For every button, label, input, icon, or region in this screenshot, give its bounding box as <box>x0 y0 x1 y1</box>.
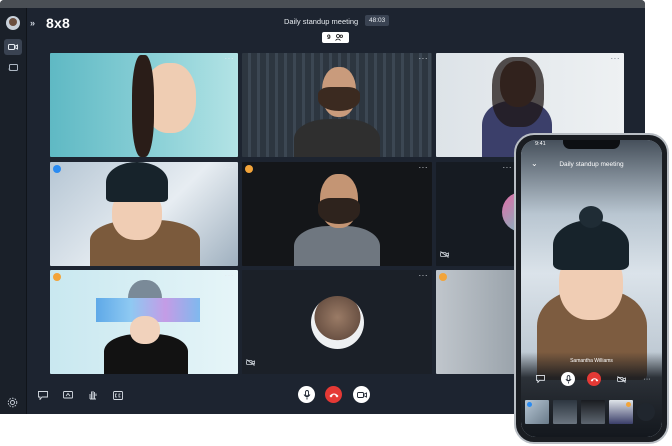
raise-hand-button[interactable] <box>86 388 100 402</box>
tile-menu-icon[interactable]: ··· <box>611 54 621 63</box>
people-icon <box>334 34 343 41</box>
speaking-badge <box>527 402 532 407</box>
participant-beard <box>318 198 360 224</box>
raise-hand-icon <box>89 391 97 400</box>
captions-icon <box>113 390 123 400</box>
participant-thumbnail[interactable] <box>637 403 655 421</box>
mobile-meeting-title: Daily standup meeting <box>559 161 624 168</box>
sidebar-item-cast[interactable] <box>4 60 22 76</box>
phone-status-time: 9:41 <box>535 141 546 147</box>
tile-menu-icon[interactable]: ··· <box>419 163 429 172</box>
mobile-end-call-button[interactable] <box>587 372 601 386</box>
hand-raised-badge <box>245 165 253 173</box>
tile-menu-icon[interactable]: ··· <box>419 54 429 63</box>
speaking-badge <box>53 165 61 173</box>
participant-beanie <box>106 162 168 202</box>
video-tile[interactable]: ··· <box>50 162 238 266</box>
microphone-button[interactable] <box>298 386 315 403</box>
mobile-more-button[interactable]: ··· <box>640 372 654 386</box>
mobile-controls-overlay <box>521 352 662 437</box>
camera-button[interactable] <box>353 386 370 403</box>
video-tile[interactable]: ··· <box>242 162 432 266</box>
participant-thumbnail[interactable] <box>553 400 577 424</box>
window-top-bar <box>0 0 645 8</box>
participant-avatar <box>311 296 364 349</box>
sidebar-item-video[interactable] <box>4 39 22 55</box>
speaker-name: Samantha Williams <box>570 358 613 364</box>
tile-menu-icon[interactable]: ··· <box>225 271 235 280</box>
video-camera-icon <box>356 391 367 398</box>
meeting-title: Daily standup meeting <box>284 17 359 26</box>
participant-beard <box>318 87 360 111</box>
hang-up-icon <box>329 393 338 397</box>
participant-count: 9 <box>327 34 331 41</box>
camera-off-icon <box>246 353 255 371</box>
participant-body <box>294 119 380 157</box>
chat-icon <box>535 375 545 383</box>
video-tile[interactable]: ··· <box>242 270 432 374</box>
microphone-icon <box>303 389 310 399</box>
cast-icon <box>8 64 18 72</box>
microphone-icon <box>565 374 571 383</box>
mobile-screen: 9:41 ⌄ Daily standup meeting Samantha Wi… <box>521 140 662 437</box>
participant-thumbnail[interactable] <box>609 400 633 424</box>
video-tile[interactable]: ··· <box>436 162 516 266</box>
mobile-phone-mockup: 9:41 ⌄ Daily standup meeting Samantha Wi… <box>514 133 669 444</box>
user-avatar[interactable] <box>6 16 20 30</box>
participant-thumbnail[interactable] <box>525 400 549 424</box>
video-camera-icon <box>8 44 18 50</box>
video-tile[interactable]: ··· <box>50 270 238 374</box>
camera-off-icon <box>616 375 626 383</box>
share-screen-button[interactable] <box>61 388 75 402</box>
app-logo: 8x8 <box>46 15 70 31</box>
beanie-pompom <box>579 206 603 228</box>
meeting-timer: 48:03 <box>365 15 390 26</box>
hand-raised-badge <box>626 402 631 407</box>
end-call-button[interactable] <box>325 386 342 403</box>
chat-button[interactable] <box>36 388 50 402</box>
video-tile[interactable]: ··· <box>50 53 238 157</box>
tile-menu-icon[interactable]: ··· <box>419 271 429 280</box>
hand-raised-badge <box>439 273 447 281</box>
video-tile[interactable] <box>436 270 516 374</box>
participants-button[interactable]: 9 <box>322 32 349 43</box>
sidebar <box>0 8 27 414</box>
participant-body <box>294 226 380 266</box>
phone-notch <box>563 140 620 149</box>
meeting-header: » 8x8 Daily standup meeting 48:03 9 <box>26 8 645 44</box>
settings-gear-icon[interactable] <box>7 395 18 413</box>
share-screen-icon <box>63 390 73 398</box>
hang-up-icon <box>590 377 598 382</box>
hand-raised-badge <box>53 273 61 281</box>
participant-thumbnail[interactable] <box>581 400 605 424</box>
mobile-camera-off-button[interactable] <box>614 372 628 386</box>
participant-face <box>130 316 160 344</box>
participant-hair <box>132 55 154 157</box>
expand-sidebar-icon[interactable]: » <box>30 18 35 28</box>
mobile-microphone-button[interactable] <box>561 372 575 386</box>
chat-icon <box>38 390 48 400</box>
camera-off-icon <box>440 245 449 263</box>
video-tile[interactable]: ··· <box>242 53 432 157</box>
tile-menu-icon[interactable]: ··· <box>225 54 235 63</box>
tile-menu-icon[interactable]: ··· <box>503 163 513 172</box>
captions-button[interactable] <box>111 388 125 402</box>
mobile-chat-button[interactable] <box>533 372 547 386</box>
tile-menu-icon[interactable]: ··· <box>225 163 235 172</box>
participant-hair <box>492 57 544 127</box>
